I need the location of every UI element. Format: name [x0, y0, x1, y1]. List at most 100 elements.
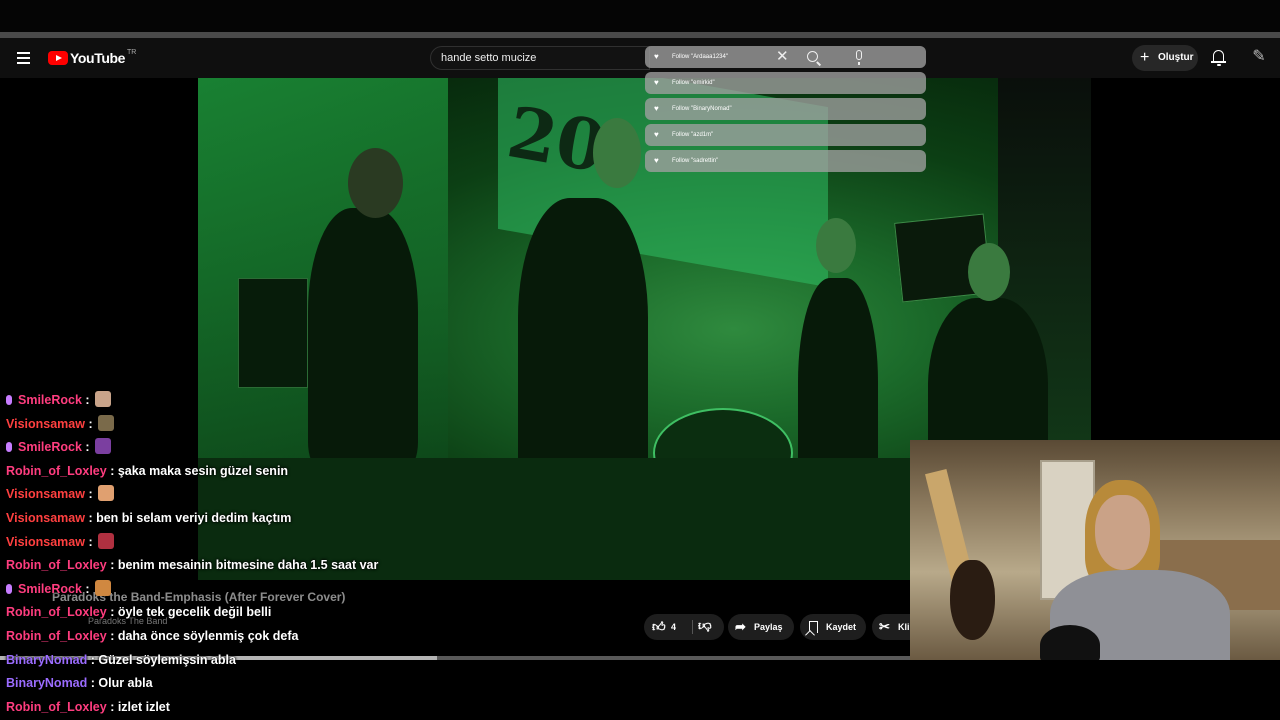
account-avatar[interactable]: ✎ — [1248, 46, 1270, 68]
thumb-down-icon[interactable]: 👍︎ — [698, 619, 712, 634]
heart-icon: ♥ — [654, 78, 659, 87]
create-button[interactable]: + Oluştur — [1132, 45, 1198, 71]
chat-username[interactable]: Robin_of_Loxley — [6, 558, 107, 572]
chat-text: ben bi selam veriyi dedim kaçtım — [96, 511, 292, 525]
logo-text: YouTube — [70, 50, 126, 66]
chat-username[interactable]: SmileRock — [18, 582, 82, 596]
amplifier — [238, 278, 308, 388]
chat-message: BinaryNomad : Olur abla — [6, 673, 153, 693]
chat-separator: : — [81, 581, 94, 596]
chat-text: daha önce söylenmiş çok defa — [117, 629, 299, 643]
chat-message: Robin_of_Loxley : izlet izlet — [6, 697, 170, 717]
chat-username[interactable]: Robin_of_Loxley — [6, 605, 107, 619]
follow-suggestion[interactable]: ♥ Follow "Ardaaa1234" ✕ — [645, 46, 926, 68]
bookmark-icon — [809, 621, 818, 633]
chat-username[interactable]: Robin_of_Loxley — [6, 629, 107, 643]
chat-message: SmileRock : — [6, 579, 112, 599]
chat-text: benim mesainin bitmesine daha 1.5 saat v… — [117, 558, 379, 573]
chat-message: Visionsamaw : — [6, 414, 115, 434]
chat-username[interactable]: Robin_of_Loxley — [6, 464, 107, 478]
chat-separator: : — [106, 629, 118, 643]
chat-message: Robin_of_Loxley : daha önce söylenmiş ço… — [6, 626, 298, 646]
chat-text: Güzel söylemişsin abla — [98, 652, 236, 667]
chat-separator: : — [106, 463, 118, 478]
chat-username[interactable]: Robin_of_Loxley — [6, 700, 107, 714]
chat-username[interactable]: Visionsamaw — [6, 487, 85, 501]
follow-label: Follow "azd1m" — [672, 132, 714, 138]
follow-suggestion[interactable]: ♥ Follow "emirkid" — [645, 72, 926, 94]
microphone — [1040, 625, 1100, 660]
emote-icon — [98, 485, 115, 502]
guitarist — [518, 198, 648, 498]
emote-icon — [95, 579, 112, 596]
follow-suggestion[interactable]: ♥ Follow "BinaryNomad" — [645, 98, 926, 120]
follow-label: Follow "BinaryNomad" — [672, 106, 732, 112]
like-count[interactable]: 4 — [671, 614, 676, 640]
clip-label: Kli — [898, 622, 910, 632]
emote-icon — [98, 414, 115, 431]
chat-separator: : — [81, 393, 94, 407]
save-button[interactable]: Kaydet — [800, 614, 866, 640]
follow-suggestion[interactable]: ♥ Follow "azd1m" — [645, 124, 926, 146]
follow-label: Follow "emirkid" — [672, 80, 715, 86]
chat-username[interactable]: SmileRock — [18, 393, 82, 407]
menu-icon[interactable] — [14, 48, 34, 68]
chat-text: Olur abla — [98, 676, 153, 691]
search-icon[interactable] — [807, 51, 818, 62]
share-label: Paylaş — [754, 622, 783, 632]
chat-separator: : — [106, 605, 118, 620]
chat-text: izlet izlet — [117, 699, 170, 714]
chat-message: Visionsamaw : — [6, 484, 115, 504]
chat-message: SmileRock : — [6, 390, 112, 410]
chat-separator: : — [87, 676, 99, 691]
share-button[interactable]: ➦ Paylaş — [728, 614, 794, 640]
chat-message: SmileRock : — [6, 437, 112, 457]
emote-icon — [98, 532, 115, 549]
microphone-badge-icon — [6, 395, 12, 405]
close-icon[interactable]: ✕ — [776, 49, 789, 65]
microphone-icon[interactable] — [856, 50, 862, 65]
plus-icon: + — [1140, 49, 1150, 66]
chat-message: Robin_of_Loxley : benim mesainin bitmesi… — [6, 555, 378, 575]
chat-message: Visionsamaw : ben bi selam veriyi dedim … — [6, 508, 291, 528]
chat-username[interactable]: Visionsamaw — [6, 511, 85, 525]
chat-text: öyle tek gecelik değil belli — [117, 605, 272, 620]
chat-separator: : — [106, 699, 118, 714]
chat-separator: : — [81, 440, 94, 455]
clip-button[interactable]: ✂ Kli — [872, 614, 910, 640]
youtube-header: YouTube TR hande setto mucize + Oluştur … — [0, 38, 1280, 78]
chat-text: şaka maka sesin güzel senin — [117, 463, 289, 478]
chat-username[interactable]: BinaryNomad — [6, 653, 87, 667]
follow-suggestion[interactable]: ♥ Follow "sadrettin" — [645, 150, 926, 172]
microphone-badge-icon — [6, 583, 12, 594]
heart-icon: ♥ — [654, 52, 659, 61]
notifications-bell-icon[interactable] — [1211, 49, 1227, 67]
save-label: Kaydet — [826, 622, 857, 632]
guitar — [950, 560, 995, 640]
microphone-badge-icon — [6, 442, 12, 453]
follow-label: Follow "Ardaaa1234" — [672, 54, 728, 60]
chat-separator: : — [84, 416, 97, 431]
stream-top-bar — [0, 0, 1280, 32]
chat-username[interactable]: BinaryNomad — [6, 676, 87, 690]
share-icon: ➦ — [735, 619, 746, 634]
youtube-logo[interactable]: YouTube TR — [48, 49, 136, 67]
chat-separator: : — [84, 534, 97, 549]
chat-message: Robin_of_Loxley : şaka maka sesin güzel … — [6, 461, 288, 481]
search-input[interactable]: hande setto mucize — [430, 46, 650, 70]
follow-label: Follow "sadrettin" — [672, 158, 719, 164]
chat-message: BinaryNomad : Güzel söylemişsin abla — [6, 650, 236, 670]
logo-region: TR — [127, 49, 137, 56]
heart-icon: ♥ — [654, 130, 659, 139]
follow-suggestions: ♥ Follow "Ardaaa1234" ✕ ♥ Follow "emirki… — [645, 46, 926, 176]
scissors-icon: ✂ — [879, 619, 890, 634]
chat-username[interactable]: Visionsamaw — [6, 535, 85, 549]
heart-icon: ♥ — [654, 156, 659, 165]
youtube-play-icon — [48, 51, 68, 65]
emote-icon — [95, 438, 112, 455]
thumb-up-icon[interactable]: 👍︎ — [652, 620, 666, 634]
chat-username[interactable]: SmileRock — [18, 440, 82, 454]
chat-username[interactable]: Visionsamaw — [6, 417, 85, 431]
create-label: Oluştur — [1158, 52, 1194, 63]
chat-separator: : — [84, 487, 97, 502]
